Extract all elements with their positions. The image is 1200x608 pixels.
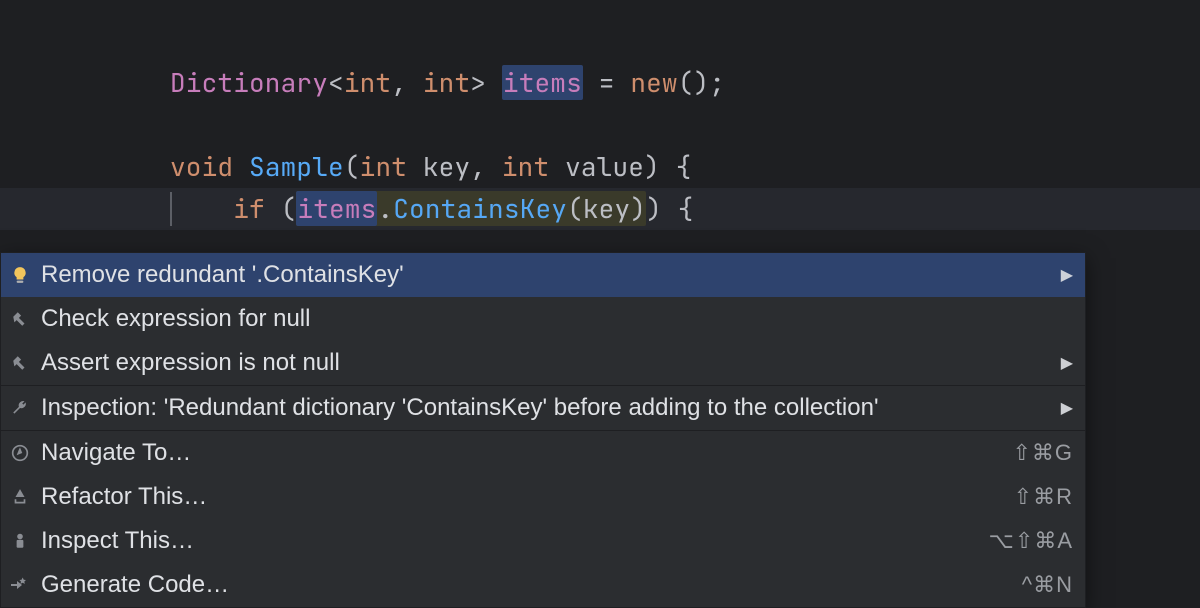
- chevron-right-icon: ▶: [1061, 398, 1073, 418]
- code-line-active: if (items.ContainsKey(key)) {: [0, 188, 1200, 230]
- context-actions-popup: Remove redundant '.ContainsKey' ▶ Check …: [0, 252, 1086, 608]
- shortcut: ^⌘N: [1022, 572, 1073, 598]
- action-label: Generate Code…: [41, 571, 1012, 599]
- action-navigate-to[interactable]: Navigate To… ⇧⌘G: [1, 431, 1085, 475]
- lightbulb-icon: [9, 264, 31, 286]
- action-label: Check expression for null: [41, 305, 1073, 333]
- shortcut: ⇧⌘R: [1014, 484, 1073, 510]
- method-name: Sample: [249, 149, 344, 184]
- action-label: Inspection: 'Redundant dictionary 'Conta…: [41, 394, 1051, 422]
- code-line: void Sample(int key, int value) {: [0, 146, 1200, 188]
- method-call: ContainsKey: [393, 191, 567, 226]
- field-token: items: [502, 65, 583, 100]
- code-editor[interactable]: Dictionary<int, int> items = new(); void…: [0, 0, 1200, 230]
- refactor-icon: [9, 486, 31, 508]
- action-assert-not-null[interactable]: Assert expression is not null ▶: [1, 341, 1085, 385]
- action-label: Remove redundant '.ContainsKey': [41, 261, 1051, 289]
- hammer-icon: [9, 308, 31, 330]
- wrench-icon: [9, 397, 31, 419]
- action-check-expression-null[interactable]: Check expression for null: [1, 297, 1085, 341]
- chevron-right-icon: ▶: [1061, 265, 1073, 285]
- action-generate-code[interactable]: Generate Code… ^⌘N: [1, 563, 1085, 607]
- generate-icon: [9, 574, 31, 596]
- code-line: Dictionary<int, int> items = new();: [0, 62, 1200, 104]
- blank-line: [0, 104, 1200, 146]
- action-inspection-options[interactable]: Inspection: 'Redundant dictionary 'Conta…: [1, 386, 1085, 430]
- shortcut: ⌥⇧⌘A: [989, 528, 1073, 554]
- chevron-right-icon: ▶: [1061, 353, 1073, 373]
- action-label: Navigate To…: [41, 439, 1002, 467]
- hammer-icon: [9, 352, 31, 374]
- compass-icon: [9, 442, 31, 464]
- action-label: Refactor This…: [41, 483, 1004, 511]
- inspect-icon: [9, 530, 31, 552]
- action-inspect-this[interactable]: Inspect This… ⌥⇧⌘A: [1, 519, 1085, 563]
- shortcut: ⇧⌘G: [1012, 440, 1073, 466]
- action-label: Assert expression is not null: [41, 349, 1051, 377]
- type-token: Dictionary: [170, 65, 328, 100]
- action-label: Inspect This…: [41, 527, 979, 555]
- action-refactor-this[interactable]: Refactor This… ⇧⌘R: [1, 475, 1085, 519]
- action-remove-redundant-containskey[interactable]: Remove redundant '.ContainsKey' ▶: [1, 253, 1085, 297]
